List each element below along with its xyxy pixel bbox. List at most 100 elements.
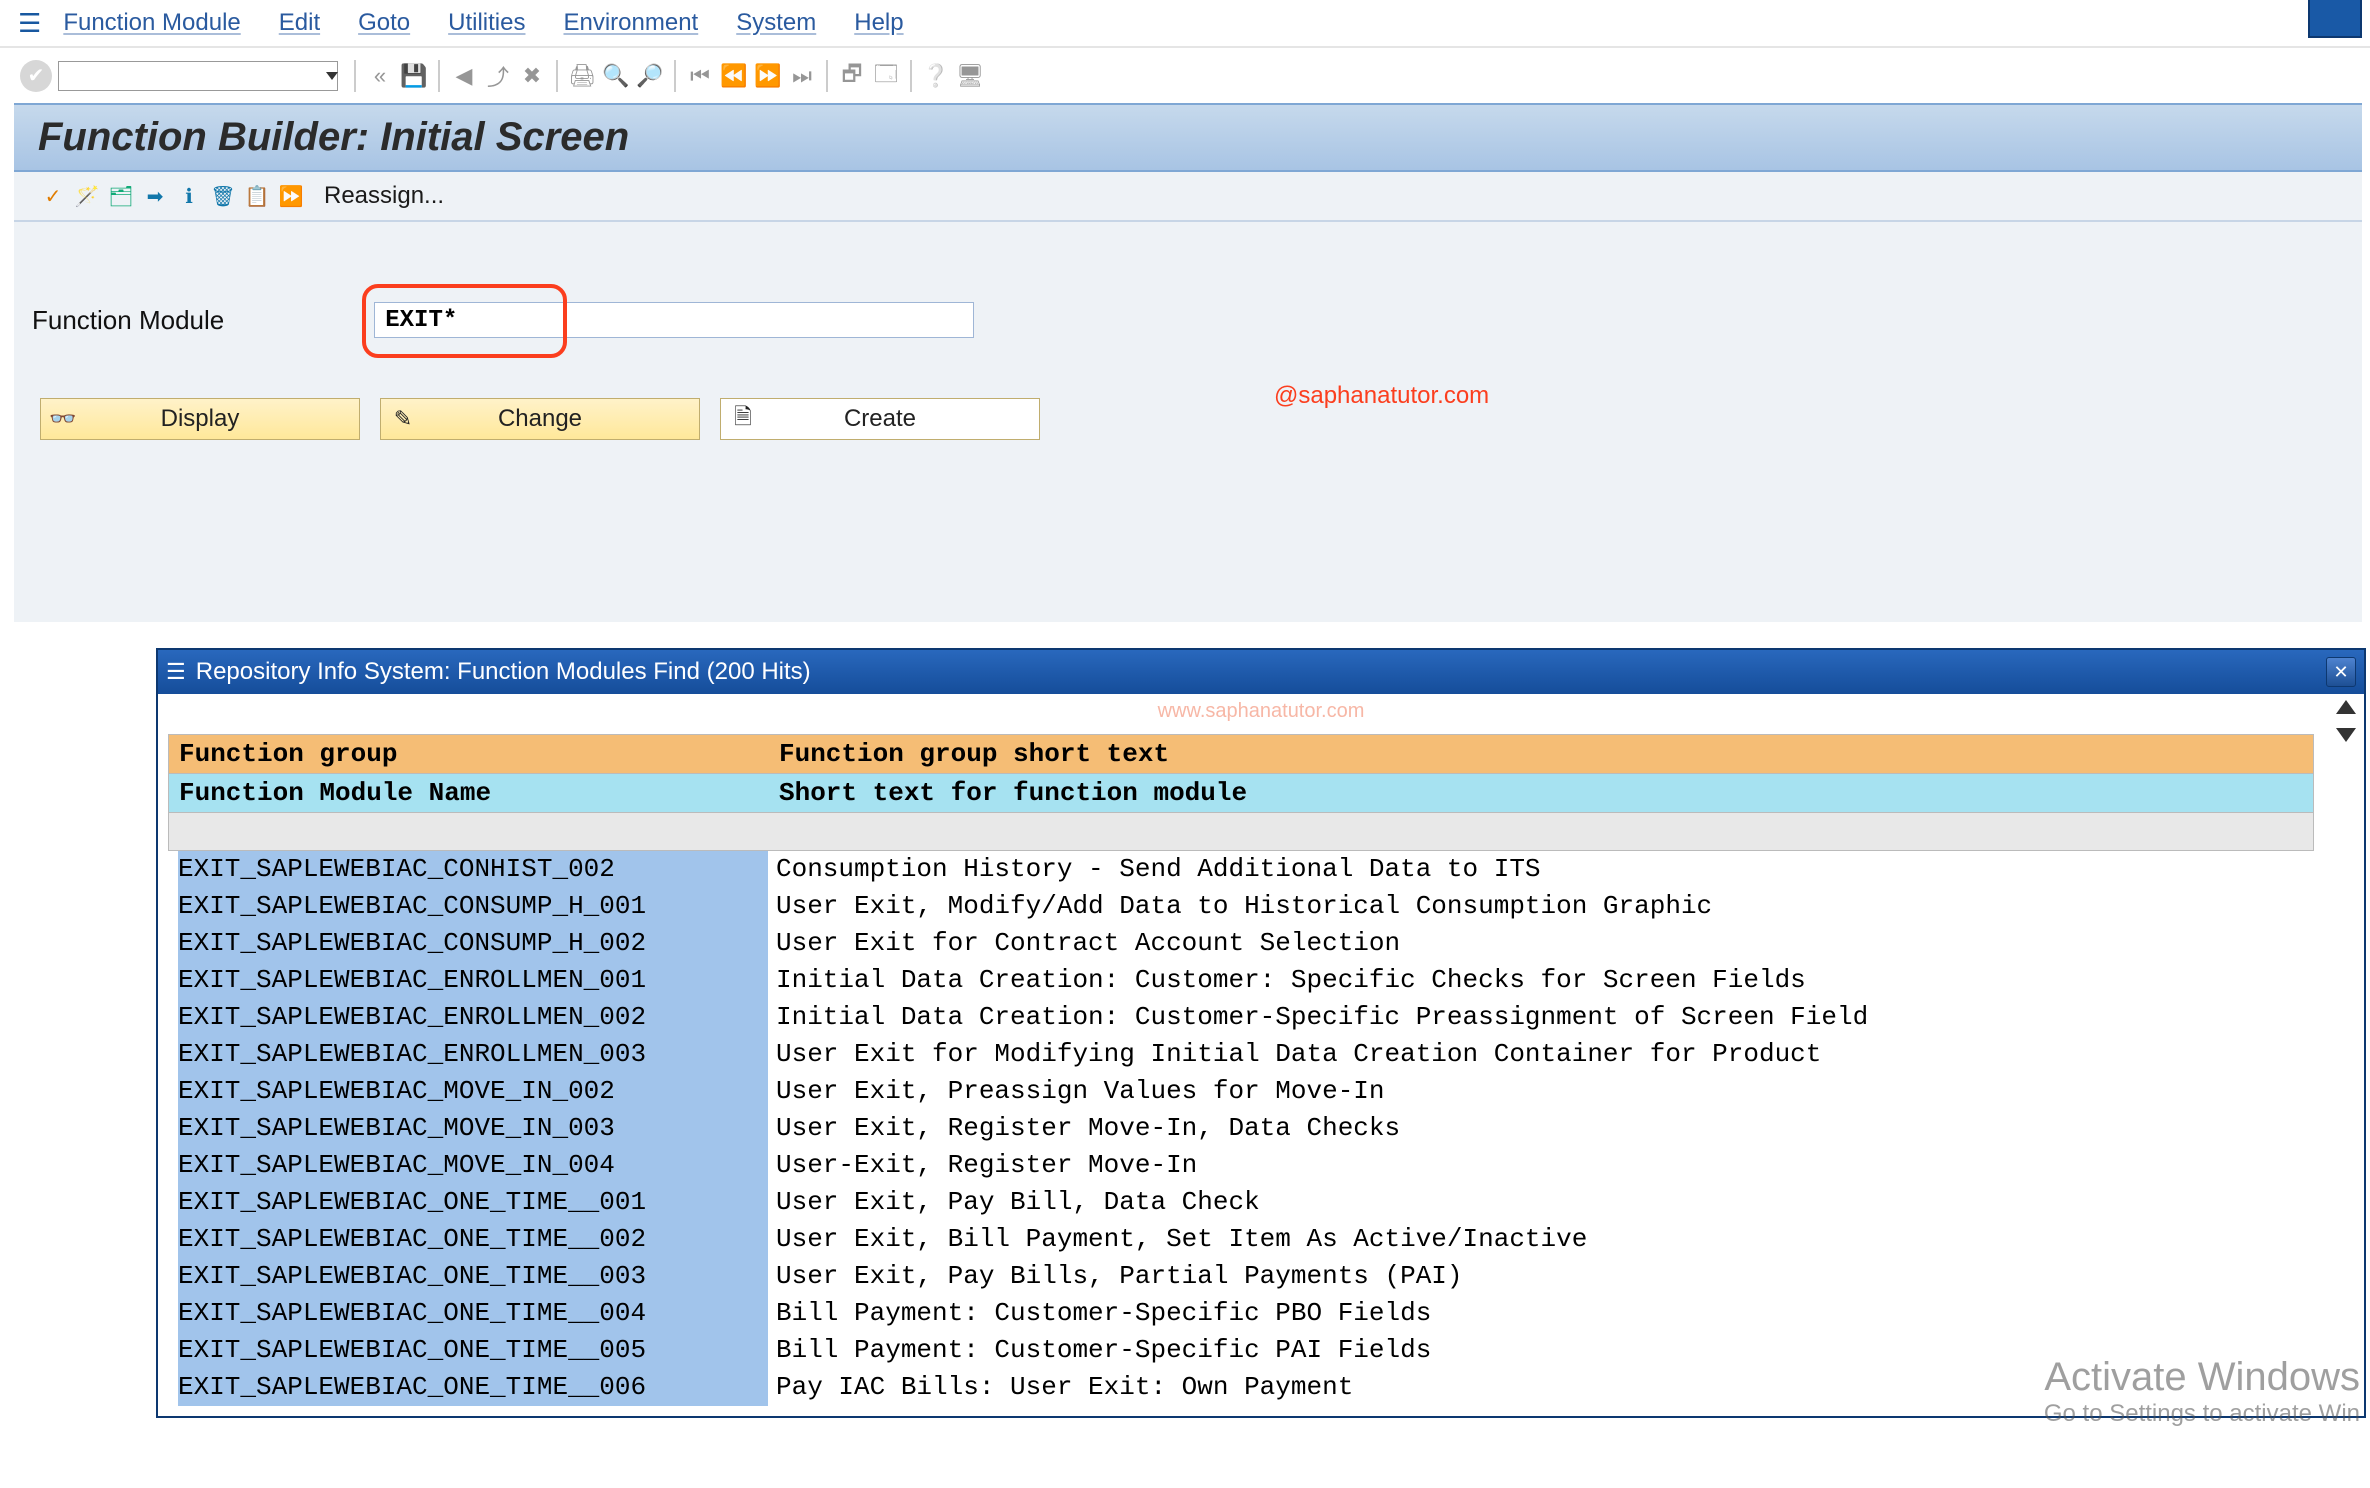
module-desc-cell: User Exit, Pay Bill, Data Check	[768, 1184, 2304, 1221]
result-row[interactable]: EXIT_SAPLEWEBIAC_MOVE_IN_002 User Exit, …	[168, 1073, 2314, 1110]
new-session-icon[interactable]: 🗗	[838, 62, 866, 90]
source-annotation: @saphanatutor.com	[1274, 382, 1489, 410]
menu-utilities[interactable]: Utilities	[448, 9, 525, 37]
result-row[interactable]: EXIT_SAPLEWEBIAC_ONE_TIME__006Pay IAC Bi…	[168, 1369, 2314, 1406]
module-desc-cell: User Exit for Contract Account Selection	[768, 925, 2304, 962]
function-module-input[interactable]	[374, 302, 974, 338]
module-name-cell: EXIT_SAPLEWEBIAC_ENROLLMEN_001	[178, 962, 768, 999]
header-group-text: Function group short text	[779, 739, 2303, 769]
result-row[interactable]: EXIT_SAPLEWEBIAC_ONE_TIME__001User Exit,…	[168, 1184, 2314, 1221]
module-desc-cell: User Exit for Modifying Initial Data Cre…	[768, 1036, 2304, 1073]
result-row[interactable]: EXIT_SAPLEWEBIAC_MOVE_IN_004 User-Exit, …	[168, 1147, 2314, 1184]
module-name-cell: EXIT_SAPLEWEBIAC_MOVE_IN_003	[178, 1110, 768, 1147]
module-desc-cell: Initial Data Creation: Customer-Specific…	[768, 999, 2304, 1036]
create-label: Create	[721, 405, 1039, 433]
prev-page-icon[interactable]: ⏪	[720, 62, 748, 90]
result-row[interactable]: EXIT_SAPLEWEBIAC_ONE_TIME__002User Exit,…	[168, 1221, 2314, 1258]
module-name-cell: EXIT_SAPLEWEBIAC_ONE_TIME__005	[178, 1332, 768, 1369]
module-desc-cell: Initial Data Creation: Customer: Specifi…	[768, 962, 2304, 999]
where-used-icon[interactable]: 🗂	[108, 183, 134, 209]
enter-icon[interactable]: ✔	[20, 60, 52, 92]
find-icon[interactable]: 🔍	[602, 62, 630, 90]
result-row[interactable]: EXIT_SAPLEWEBIAC_ONE_TIME__005Bill Payme…	[168, 1332, 2314, 1369]
result-row[interactable]: EXIT_SAPLEWEBIAC_ENROLLMEN_001Initial Da…	[168, 962, 2314, 999]
action-buttons: 👓 Display ✎ Change 🗎 Create	[24, 398, 2352, 440]
window-button[interactable]	[2308, 0, 2362, 38]
app-toolbar: ✓ 🪄 🗂 ➡ ℹ 🗑 📋 ⏩ Reassign...	[14, 172, 2362, 222]
module-name-cell: EXIT_SAPLEWEBIAC_CONHIST_002	[178, 851, 768, 888]
cancel-icon[interactable]: ✖	[518, 62, 546, 90]
close-icon[interactable]: ✕	[2326, 657, 2356, 687]
result-row[interactable]: EXIT_SAPLEWEBIAC_CONSUMP_H_002User Exit …	[168, 925, 2314, 962]
activate-icon[interactable]: 🪄	[74, 183, 100, 209]
standard-toolbar: ✔ « 💾 ◀ ⤴ ✖ 🖨 🔍 🔎 ⏮ ⏪ ⏩ ⏭ 🗗 🗔 ❔ 🖥	[0, 48, 2370, 103]
module-desc-cell: User Exit, Bill Payment, Set Item As Act…	[768, 1221, 2304, 1258]
menu-function-module[interactable]: Function Module	[63, 9, 240, 37]
exit-icon[interactable]: ⤴	[484, 62, 512, 90]
menu-bar: ☰ Function Module Edit Goto Utilities En…	[0, 0, 2370, 48]
module-name-cell: EXIT_SAPLEWEBIAC_ENROLLMEN_002	[178, 999, 768, 1036]
separator	[438, 60, 440, 92]
object-nav-icon[interactable]: ➡	[142, 183, 168, 209]
scroll-up-icon[interactable]	[2336, 700, 2356, 714]
popup-title: Repository Info System: Function Modules…	[196, 658, 811, 686]
create-button[interactable]: 🗎 Create	[720, 398, 1040, 440]
copy-icon[interactable]: 📋	[244, 183, 270, 209]
separator	[910, 60, 912, 92]
check-icon[interactable]: ✓	[40, 183, 66, 209]
result-row[interactable]: EXIT_SAPLEWEBIAC_ENROLLMEN_002Initial Da…	[168, 999, 2314, 1036]
change-label: Change	[381, 405, 699, 433]
back-button-icon[interactable]: ◀	[450, 62, 478, 90]
display-button[interactable]: 👓 Display	[40, 398, 360, 440]
scroll-down-icon[interactable]	[2336, 728, 2356, 742]
header-spacer	[168, 813, 2314, 851]
last-page-icon[interactable]: ⏭	[788, 62, 816, 90]
separator	[354, 60, 356, 92]
module-name-cell: EXIT_SAPLEWEBIAC_CONSUMP_H_002	[178, 925, 768, 962]
find-next-icon[interactable]: 🔎	[636, 62, 664, 90]
change-button[interactable]: ✎ Change	[380, 398, 700, 440]
info-icon[interactable]: ℹ	[176, 183, 202, 209]
popup-body: www.saphanatutor.com Function group Func…	[158, 694, 2364, 1416]
module-name-cell: EXIT_SAPLEWEBIAC_ENROLLMEN_003	[178, 1036, 768, 1073]
result-row[interactable]: EXIT_SAPLEWEBIAC_ONE_TIME__004Bill Payme…	[168, 1295, 2314, 1332]
save-icon[interactable]: 💾	[400, 62, 428, 90]
next-page-icon[interactable]: ⏩	[754, 62, 782, 90]
help-icon[interactable]: ❔	[922, 62, 950, 90]
layout-icon[interactable]: 🗔	[872, 62, 900, 90]
module-name-cell: EXIT_SAPLEWEBIAC_ONE_TIME__004	[178, 1295, 768, 1332]
module-name-cell: EXIT_SAPLEWEBIAC_MOVE_IN_002	[178, 1073, 768, 1110]
result-row[interactable]: EXIT_SAPLEWEBIAC_MOVE_IN_003 User Exit, …	[168, 1110, 2314, 1147]
rename-icon[interactable]: ⏩	[278, 183, 304, 209]
menu-edit[interactable]: Edit	[279, 9, 320, 37]
activate-windows-text: Activate Windows	[2044, 1355, 2360, 1400]
reassign-button[interactable]: Reassign...	[324, 182, 444, 210]
command-dropdown-icon[interactable]	[326, 72, 338, 80]
popup-window: ☰ Repository Info System: Function Modul…	[156, 648, 2366, 1418]
module-name-cell: EXIT_SAPLEWEBIAC_CONSUMP_H_001	[178, 888, 768, 925]
module-name-cell: EXIT_SAPLEWEBIAC_ONE_TIME__001	[178, 1184, 768, 1221]
command-field[interactable]	[58, 61, 338, 91]
print-icon[interactable]: 🖨	[568, 62, 596, 90]
header-function-group: Function group	[179, 739, 779, 769]
menu-environment[interactable]: Environment	[563, 9, 698, 37]
module-name-cell: EXIT_SAPLEWEBIAC_MOVE_IN_004	[178, 1147, 768, 1184]
page-title: Function Builder: Initial Screen	[38, 115, 2338, 160]
back-icon[interactable]: «	[366, 62, 394, 90]
sap-menu-icon[interactable]: ☰	[18, 8, 41, 39]
result-row[interactable]: EXIT_SAPLEWEBIAC_CONHIST_002 Consumption…	[168, 851, 2314, 888]
result-row[interactable]: EXIT_SAPLEWEBIAC_CONSUMP_H_001User Exit,…	[168, 888, 2314, 925]
activate-windows-subtext: Go to Settings to activate Win	[2044, 1400, 2360, 1428]
menu-help[interactable]: Help	[854, 9, 903, 37]
gui-settings-icon[interactable]: 🖥	[956, 62, 984, 90]
first-page-icon[interactable]: ⏮	[686, 62, 714, 90]
windows-activation-overlay: Activate Windows Go to Settings to activ…	[2044, 1355, 2360, 1428]
menu-goto[interactable]: Goto	[358, 9, 410, 37]
delete-icon[interactable]: 🗑	[210, 183, 236, 209]
module-desc-cell: User Exit, Register Move-In, Data Checks	[768, 1110, 2304, 1147]
module-desc-cell: User-Exit, Register Move-In	[768, 1147, 2304, 1184]
result-row[interactable]: EXIT_SAPLEWEBIAC_ONE_TIME__003User Exit,…	[168, 1258, 2314, 1295]
popup-menu-icon[interactable]: ☰	[166, 659, 186, 685]
result-row[interactable]: EXIT_SAPLEWEBIAC_ENROLLMEN_003User Exit …	[168, 1036, 2314, 1073]
menu-system[interactable]: System	[736, 9, 816, 37]
